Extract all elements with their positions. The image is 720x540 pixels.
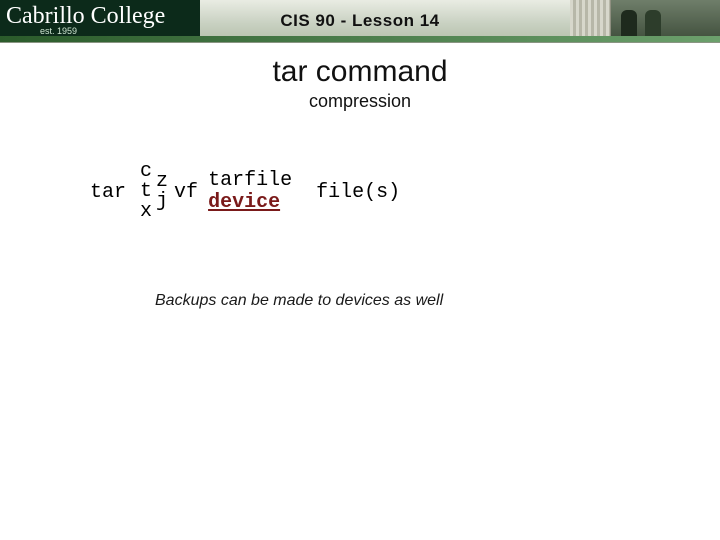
slide-caption: Backups can be made to devices as well — [155, 292, 720, 310]
comp-z: z — [156, 172, 168, 192]
op-x: x — [140, 202, 152, 222]
slide-body: tar command compression tar c t x z j vf… — [0, 43, 720, 310]
comp-j: j — [156, 192, 168, 212]
tar-syntax: tar c t x z j vf tarfile device file(s) — [90, 162, 720, 222]
banner-accent-stripe — [0, 36, 720, 42]
cmd-tar: tar — [90, 181, 126, 204]
ops-column: c t x — [140, 162, 152, 222]
header-banner: Cabrillo College est. 1959 CIS 90 - Less… — [0, 0, 720, 43]
target-column: tarfile device — [208, 170, 292, 214]
flags-vf: vf — [174, 181, 198, 204]
op-t: t — [140, 182, 152, 202]
target-device: device — [208, 192, 292, 214]
slide-title: tar command — [0, 55, 720, 89]
arg-files: file(s) — [316, 181, 400, 204]
compress-column: z j — [156, 172, 168, 212]
target-tarfile: tarfile — [208, 170, 292, 192]
slide-subtitle: compression — [0, 91, 720, 112]
op-c: c — [140, 162, 152, 182]
